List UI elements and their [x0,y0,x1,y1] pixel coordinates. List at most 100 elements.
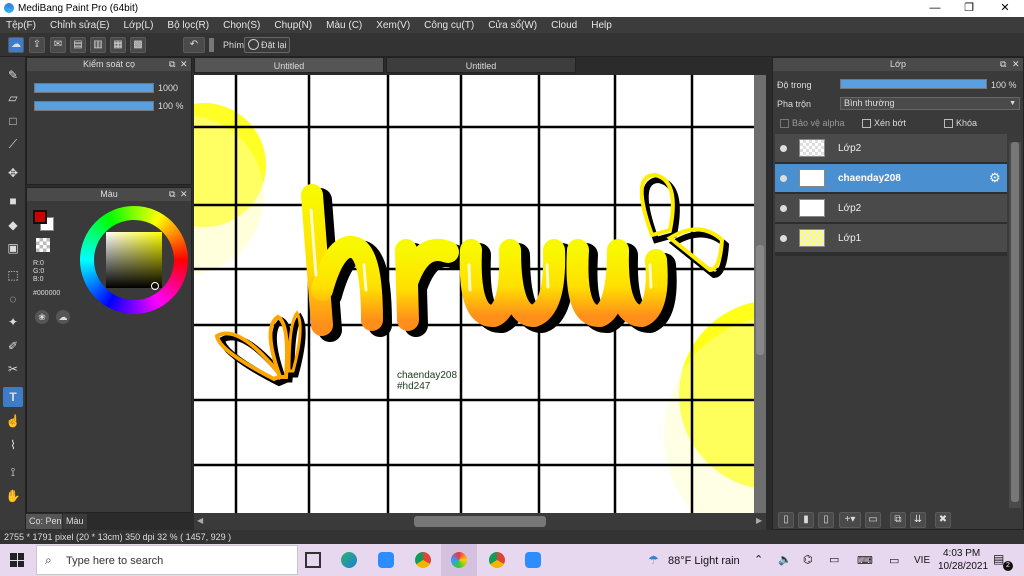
brush-tool-icon[interactable]: ✎ [3,65,23,85]
comment-icon[interactable]: ✉ [50,37,66,53]
text-tool-icon[interactable]: T [3,387,23,407]
menu-layer[interactable]: Lớp(L) [124,20,154,31]
chrome-icon[interactable] [489,552,505,568]
grid-alt-icon[interactable]: ▩ [130,37,146,53]
eyedropper-tool-icon[interactable]: ⟟ [3,462,23,482]
magic-wand-tool-icon[interactable]: ✦ [3,312,23,332]
display-icon[interactable]: ▭ [889,554,899,567]
menu-view[interactable]: Xem(V) [376,20,410,31]
layer-row[interactable]: Lớp1 [775,224,1007,253]
vertical-scroll-thumb[interactable] [756,245,764,355]
new-layer-icon[interactable]: ▯ [778,512,794,528]
scroll-right-icon[interactable]: ▶ [756,516,762,525]
clip-checkbox[interactable] [862,119,871,128]
hand-tool-icon[interactable]: ✋ [3,486,23,506]
task-view-icon[interactable] [305,552,321,568]
hue-wheel[interactable] [80,206,188,314]
primary-color-swatch[interactable] [33,210,47,224]
merge-layer-icon[interactable]: ⇊ [910,512,926,528]
close-button[interactable]: ✕ [988,0,1022,17]
canvas-tab-2[interactable]: Untitled [386,57,576,73]
share-icon[interactable]: ⇪ [29,37,45,53]
minimize-button[interactable]: — [918,0,952,17]
lock-checkbox[interactable] [944,119,953,128]
clock-time[interactable]: 4:03 PM [943,548,980,559]
panel-close-icon[interactable]: ✕ [180,188,188,201]
rectangle-tool-icon[interactable]: □ [3,111,23,131]
new-halftone-layer-icon[interactable]: ▮ [798,512,814,528]
windows-start-icon[interactable] [10,553,24,567]
reset-button[interactable]: Đặt lại [244,37,290,53]
horizontal-scroll-thumb[interactable] [414,516,546,527]
menu-filter[interactable]: Bộ lọc(R) [167,20,209,31]
layer-opacity-slider[interactable] [840,79,987,89]
palette-cloud-icon[interactable]: ☁ [56,310,70,324]
gradient-tool-icon[interactable]: ▣ [3,238,23,258]
grid-icon[interactable]: ▦ [110,37,126,53]
fill-rect-tool-icon[interactable]: ■ [3,191,23,211]
layer-row[interactable]: Lớp2 [775,194,1007,223]
taskbar-search-box[interactable]: ⌕ Type here to search [36,545,298,575]
new-8bit-layer-icon[interactable]: ▯ [818,512,834,528]
folder-icon[interactable]: ▭ [865,512,881,528]
language-indicator[interactable]: VIE [914,555,930,566]
layer-row[interactable]: Lớp2 [775,134,1007,163]
menu-tools[interactable]: Công cụ(T) [424,20,474,31]
layer-scroll-thumb[interactable] [1011,142,1019,502]
select-eraser-tool-icon[interactable]: ✂ [3,359,23,379]
protect-alpha-checkbox[interactable] [780,119,789,128]
edge-icon[interactable] [341,552,357,568]
maximize-button[interactable]: ❐ [952,0,986,17]
duplicate-layer-icon[interactable]: ⧉ [890,512,906,528]
menu-color[interactable]: Màu (C) [326,20,362,31]
gear-icon[interactable]: ⚙ [989,170,1001,186]
zoom-icon[interactable] [525,552,541,568]
keyboard-icon[interactable]: ⌨ [857,554,873,567]
eraser-tool-icon[interactable]: ▱ [3,88,23,108]
undock-icon[interactable]: ⧉ [169,188,175,201]
page-icon[interactable]: ▥ [90,37,106,53]
menu-snap[interactable]: Chụp(N) [274,20,312,31]
cloud-icon[interactable]: ☁ [8,37,24,53]
select-pen-tool-icon[interactable]: ✐ [3,336,23,356]
transparent-color-swatch[interactable] [36,238,50,252]
clock-date[interactable]: 10/28/2021 [938,561,988,572]
line-tool-icon[interactable]: ⟋ [3,134,23,154]
operation-tool-icon[interactable]: ☝ [3,411,23,431]
color-picker-marker[interactable] [151,282,159,290]
bucket-tool-icon[interactable]: ◆ [3,215,23,235]
weather-text[interactable]: 88°F Light rain [668,555,740,567]
medibang-icon[interactable] [451,552,467,568]
brush-opacity-slider[interactable] [34,101,154,111]
chevron-up-icon[interactable]: ⌃ [754,553,763,566]
undock-icon[interactable]: ⧉ [1000,58,1006,71]
eye-icon[interactable] [780,145,787,152]
eye-icon[interactable] [780,205,787,212]
chrome-icon[interactable] [415,552,431,568]
volume-icon[interactable]: 🔈 [778,553,792,566]
eye-icon[interactable] [780,175,787,182]
scroll-left-icon[interactable]: ◀ [197,516,203,525]
network-icon[interactable]: ⌬ [803,553,813,566]
menu-select[interactable]: Chọn(S) [223,20,260,31]
blend-mode-select[interactable]: Bình thường ▼ [840,97,1020,110]
panel-close-icon[interactable]: ✕ [1012,58,1020,71]
eye-icon[interactable] [780,235,787,242]
zoom-icon[interactable] [378,552,394,568]
dropper-tool-icon[interactable]: ⌇ [3,435,23,455]
undock-icon[interactable]: ⧉ [169,58,175,71]
vertical-scrollbar[interactable] [754,75,766,513]
horizontal-scrollbar[interactable]: ◀ ▶ [194,513,766,530]
saturation-value-square[interactable] [106,232,162,288]
menu-cloud[interactable]: Cloud [551,20,577,31]
menu-edit[interactable]: Chỉnh sửa(E) [50,20,110,31]
menu-help[interactable]: Help [591,20,612,31]
battery-icon[interactable]: ▭ [829,553,839,566]
undo-icon[interactable]: ↶ [183,37,205,53]
select-tool-icon[interactable]: ⬚ [3,265,23,285]
panel-close-icon[interactable]: ✕ [180,58,188,71]
trash-icon[interactable]: ✖ [935,512,951,528]
palette-icon[interactable]: ❀ [35,310,49,324]
menu-window[interactable]: Cửa sổ(W) [488,20,537,31]
add-layer-dropdown-icon[interactable]: +▾ [839,512,861,528]
